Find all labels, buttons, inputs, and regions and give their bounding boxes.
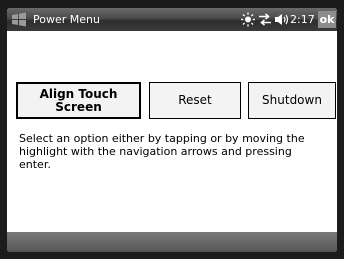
connectivity-icon[interactable] xyxy=(258,12,272,27)
clock[interactable]: 2:17 xyxy=(290,12,315,27)
title-bar: Power Menu 2:17 ok xyxy=(7,8,337,31)
ok-button[interactable]: ok xyxy=(318,11,336,28)
window-title: Power Menu xyxy=(33,13,100,26)
windows-start-icon[interactable] xyxy=(11,12,27,27)
align-touch-screen-button[interactable]: Align Touch Screen xyxy=(16,82,141,119)
menu-bar xyxy=(7,232,337,252)
reset-button[interactable]: Reset xyxy=(149,82,241,119)
volume-icon[interactable] xyxy=(274,12,289,27)
instructions-text: Select an option either by tapping or by… xyxy=(19,132,305,171)
brightness-icon[interactable] xyxy=(240,12,256,27)
device-screen: Power Menu 2:17 ok Align Touch Screen Re… xyxy=(7,8,337,252)
shutdown-button[interactable]: Shutdown xyxy=(248,82,336,119)
